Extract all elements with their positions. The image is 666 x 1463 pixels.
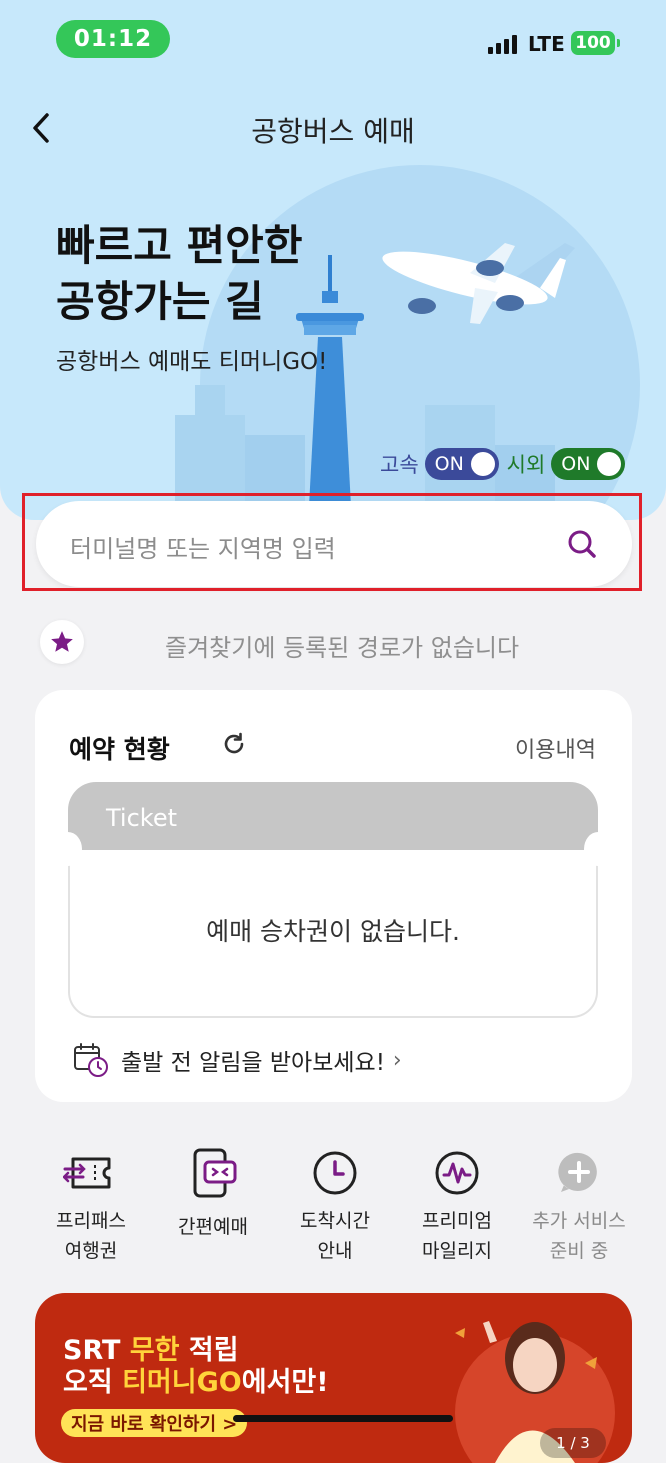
banner-line2: 오직 티머니GO에서만! [63, 1360, 329, 1399]
intercity-toggle-label: 시외 [506, 453, 546, 477]
no-ticket-text: 예매 승차권이 없습니다. [206, 917, 460, 946]
plus-chat-icon [558, 1152, 597, 1192]
alarm-text: 출발 전 알림을 받아보세요! [121, 1050, 385, 1076]
menu-label: 프리미엄 마일리지 [397, 1206, 517, 1266]
menu-label: 프리패스 여행권 [31, 1206, 151, 1266]
menu-label-line1: 도착시간 [300, 1210, 370, 1232]
menu-free-pass[interactable]: 프리패스 여행권 [30, 1148, 152, 1266]
ticket-label: Ticket [106, 804, 178, 832]
banner-page-indicator: 1 / 3 [540, 1428, 606, 1458]
menu-label: 도착시간 안내 [275, 1206, 395, 1266]
menu-label-line2: 안내 [317, 1240, 353, 1262]
hero-headline: 빠르고 편안한 공항가는 길 [56, 218, 416, 330]
quick-menu: 프리패스 여행권 간편예매 도착시간 안내 프리미엄 마일리지 추가 서비스 준… [30, 1148, 640, 1266]
toggle-knob [597, 452, 622, 476]
toggle-knob [470, 452, 495, 476]
menu-more-services: 추가 서비스 준비 중 [518, 1148, 640, 1266]
clock-icon [313, 1151, 357, 1195]
departure-alarm-link[interactable]: 출발 전 알림을 받아보세요! › [73, 1042, 402, 1078]
ticket-notch-left [54, 832, 82, 866]
banner-cta-button[interactable]: 지금 바로 확인하기 > [61, 1409, 248, 1437]
ticket-header: Ticket [68, 782, 598, 850]
ticket-notch-right [584, 832, 612, 866]
intercity-toggle-state: ON [561, 453, 591, 475]
reservation-card: 예약 현황 이용내역 Ticket 예매 승차권이 없습니다. 출발 전 알림을… [35, 690, 632, 1102]
menu-premium-mileage[interactable]: 프리미엄 마일리지 [396, 1148, 518, 1266]
favorites-star-button[interactable] [40, 620, 84, 664]
chevron-right-icon: › [392, 1047, 402, 1073]
usage-history-link[interactable]: 이용내역 [515, 732, 596, 764]
menu-arrival-time[interactable]: 도착시간 안내 [274, 1148, 396, 1266]
signal-strength-icon [488, 34, 517, 54]
menu-label-line1: 프리미엄 [422, 1210, 492, 1232]
bus-type-toggles: 고속 ON 시외 ON [380, 448, 633, 480]
reservation-title: 예약 현황 [69, 735, 170, 764]
quick-booking-phone-icon [193, 1148, 237, 1198]
mileage-icon [435, 1151, 479, 1195]
home-indicator[interactable] [233, 1415, 453, 1422]
hero-subline: 공항버스 예매도 티머니GO! [56, 349, 328, 375]
banner-line2-highlight: 티머니GO [122, 1367, 242, 1398]
menu-label-line2: 준비 중 [549, 1240, 609, 1262]
status-time: 01:12 [56, 20, 170, 58]
banner-line2-pre: 오직 [63, 1367, 123, 1398]
free-pass-ticket-icon [63, 1157, 111, 1189]
menu-label-line2: 여행권 [64, 1240, 118, 1262]
intercity-toggle[interactable]: ON [551, 448, 626, 480]
battery-icon: 100 [571, 31, 615, 55]
menu-label-line2: 마일리지 [422, 1240, 492, 1262]
favorites-empty-text: 즐겨찾기에 등록된 경로가 없습니다 [165, 634, 520, 662]
search-highlight-frame [22, 493, 642, 591]
ticket-placeholder: Ticket 예매 승차권이 없습니다. [54, 782, 612, 1018]
banner-line2-post: 에서만! [241, 1367, 329, 1398]
hero-banner: 01:12 LTE 100 공항버스 예매 빠르고 편안한 공항가는 길 공항버… [0, 0, 666, 520]
menu-label-line1: 간편예매 [178, 1216, 248, 1238]
hero-headline-line2: 공항가는 길 [56, 277, 264, 326]
calendar-clock-icon [74, 1043, 108, 1077]
promo-banner[interactable]: SRT 무한 적립 오직 티머니GO에서만! 지금 바로 확인하기 > 1 / … [35, 1293, 632, 1463]
express-toggle-state: ON [434, 453, 464, 475]
menu-label-line1: 프리패스 [56, 1210, 126, 1232]
menu-quick-booking[interactable]: 간편예매 [152, 1148, 274, 1266]
refresh-icon[interactable] [221, 731, 247, 757]
star-icon [51, 631, 73, 652]
page-title: 공항버스 예매 [251, 115, 415, 148]
hero-headline-line1: 빠르고 편안한 [56, 221, 303, 270]
menu-label-line1: 추가 서비스 [532, 1210, 626, 1232]
menu-label: 간편예매 [153, 1212, 273, 1242]
menu-label: 추가 서비스 준비 중 [519, 1206, 639, 1266]
express-toggle-label: 고속 [380, 453, 419, 477]
express-toggle[interactable]: ON [424, 448, 499, 480]
battery-tip [617, 39, 620, 47]
battery-level: 100 [575, 33, 611, 53]
network-type: LTE [528, 32, 565, 56]
